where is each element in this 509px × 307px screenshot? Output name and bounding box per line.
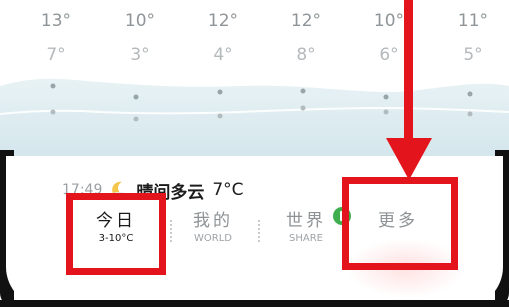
- forecast-high: 13°: [40, 11, 72, 31]
- tab-sublabel: WORLD: [194, 233, 232, 244]
- device-bezel-bottom: [0, 300, 509, 307]
- low-point: [50, 109, 56, 115]
- highlight-more-box: [342, 177, 458, 270]
- high-point: [133, 94, 139, 100]
- tab-divider: [258, 220, 262, 242]
- forecast-highs-row: 13° 10° 12° 12° 10° 11°: [0, 8, 509, 34]
- low-point: [217, 113, 223, 119]
- forecast-high: 12°: [290, 11, 322, 31]
- tab-label: 我的: [193, 211, 233, 231]
- low-point: [467, 111, 473, 117]
- low-point: [133, 116, 139, 122]
- high-point: [467, 91, 473, 97]
- current-temperature: 7°C: [212, 180, 244, 200]
- high-point: [383, 94, 389, 100]
- temperature-wave: [0, 78, 509, 160]
- high-point: [217, 89, 223, 95]
- highlight-today-box: [66, 193, 166, 275]
- annotation-arrow-shaft: [404, 0, 413, 150]
- high-point: [300, 88, 306, 94]
- arrow-down-icon: [386, 138, 432, 180]
- tab-mine[interactable]: 我的 WORLD: [173, 210, 253, 246]
- tab-sublabel: SHARE: [289, 233, 323, 244]
- forecast-high: 12°: [207, 11, 239, 31]
- forecast-high: 11°: [457, 11, 489, 31]
- high-point: [50, 83, 56, 89]
- low-point: [383, 109, 389, 115]
- weather-screen: 13° 10° 12° 12° 10° 11° 7° 3° 4° 8° 6° 5…: [0, 0, 509, 307]
- low-point: [300, 105, 306, 111]
- forecast-high: 10°: [124, 11, 156, 31]
